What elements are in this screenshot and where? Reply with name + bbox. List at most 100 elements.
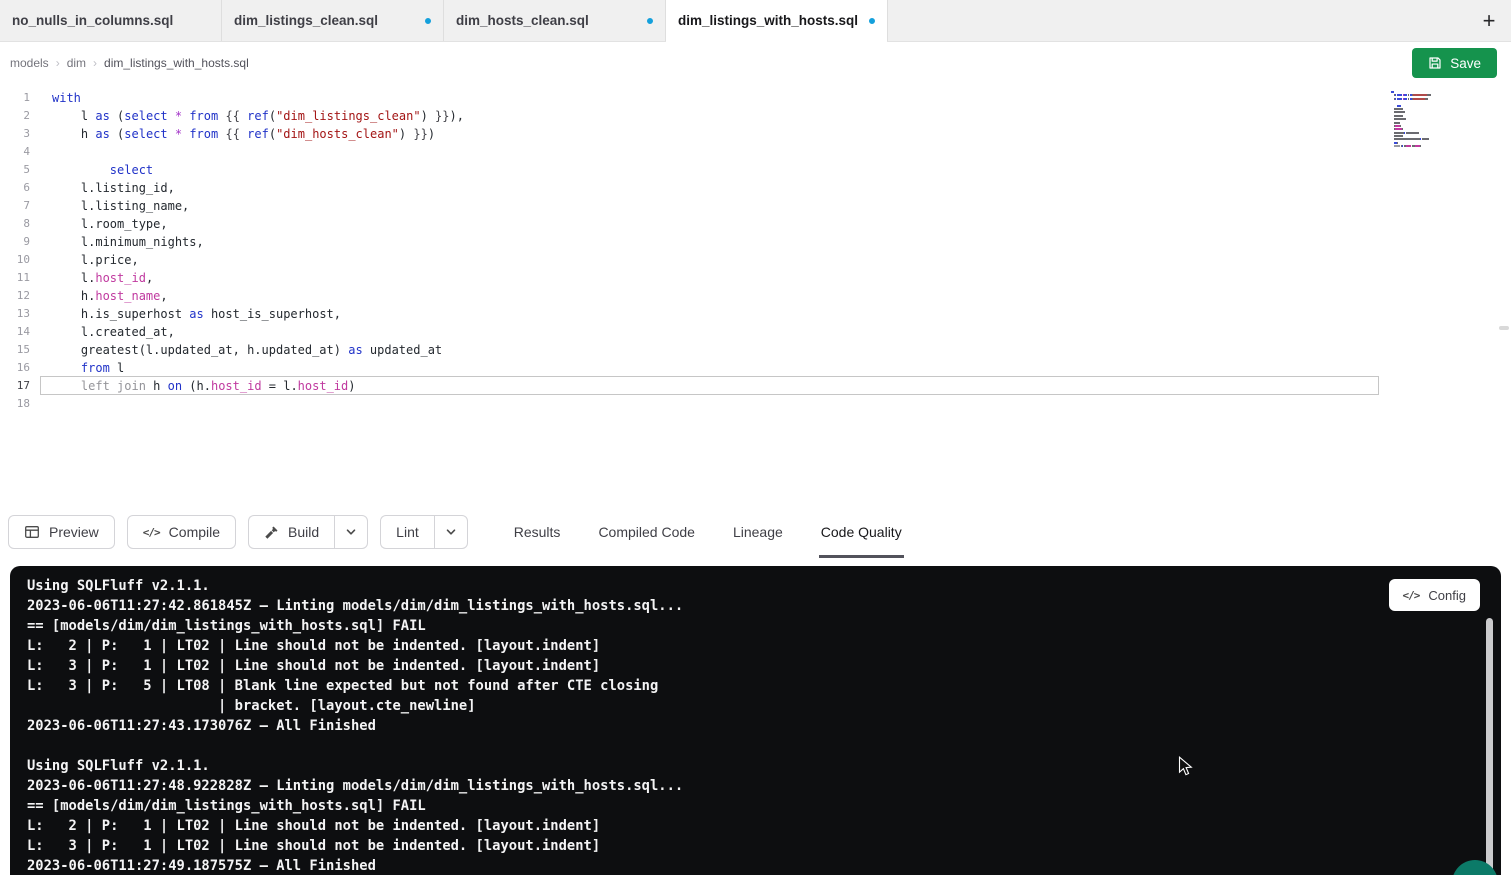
code-token: ref xyxy=(247,127,269,141)
build-button-group: Build xyxy=(248,515,368,549)
table-icon xyxy=(24,524,40,540)
result-panel-tabs: Results Compiled Code Lineage Code Quality xyxy=(512,506,904,558)
code-token: }} xyxy=(413,127,427,141)
code-line[interactable]: 16 from l xyxy=(0,359,1511,377)
minimap-line xyxy=(1391,122,1463,124)
minimap-mark xyxy=(1394,108,1403,110)
tab-lineage[interactable]: Lineage xyxy=(731,506,785,558)
code-token: ( xyxy=(110,109,124,123)
dbt-cloud-ide: no_nulls_in_columns.sqldim_listings_clea… xyxy=(0,0,1511,875)
line-number: 3 xyxy=(0,125,30,143)
code-token: ref xyxy=(247,109,269,123)
tab-results[interactable]: Results xyxy=(512,506,563,558)
code-token: h.is_superhost xyxy=(52,307,189,321)
hammer-icon xyxy=(264,525,279,540)
code-token: select xyxy=(124,127,167,141)
lint-dropdown-button[interactable] xyxy=(434,515,468,549)
lint-button[interactable]: Lint xyxy=(380,515,434,549)
unsaved-changes-icon xyxy=(425,18,431,24)
minimap-mark xyxy=(1429,94,1430,96)
code-line[interactable]: 6 l.listing_id, xyxy=(0,179,1511,197)
tab-label: dim_listings_with_hosts.sql xyxy=(678,13,858,28)
line-content: l as (select * from {{ ref("dim_listings… xyxy=(30,107,464,125)
minimap-line xyxy=(1391,94,1463,96)
line-content: h.is_superhost as host_is_superhost, xyxy=(30,305,341,323)
save-button[interactable]: Save xyxy=(1412,48,1497,78)
minimap-line xyxy=(1391,105,1463,107)
unsaved-changes-icon xyxy=(869,18,875,24)
code-token: l.listing_id, xyxy=(52,181,175,195)
code-line[interactable]: 10 l.price, xyxy=(0,251,1511,269)
minimap-line xyxy=(1391,108,1463,110)
minimap-line xyxy=(1391,125,1463,127)
preview-button[interactable]: Preview xyxy=(8,515,115,549)
minimap-mark xyxy=(1413,94,1427,96)
line-number: 11 xyxy=(0,269,30,287)
minimap-line xyxy=(1391,145,1463,147)
code-token: l xyxy=(110,361,124,375)
code-token xyxy=(168,127,175,141)
code-line[interactable]: 13 h.is_superhost as host_is_superhost, xyxy=(0,305,1511,323)
code-line[interactable]: 18 xyxy=(0,395,1511,413)
terminal-scrollbar[interactable] xyxy=(1486,618,1493,875)
minimap-line xyxy=(1391,111,1463,113)
code-line[interactable]: 5 select xyxy=(0,161,1511,179)
code-token: select xyxy=(110,163,153,177)
line-content xyxy=(30,395,52,413)
code-line[interactable]: 9 l.minimum_nights, xyxy=(0,233,1511,251)
line-number: 6 xyxy=(0,179,30,197)
build-button-label: Build xyxy=(288,524,319,540)
tabbar-spacer xyxy=(888,0,1467,41)
code-line[interactable]: 11 l.host_id, xyxy=(0,269,1511,287)
minimap-mark xyxy=(1394,118,1406,120)
line-content: l.host_id, xyxy=(30,269,153,287)
code-token: ( xyxy=(269,109,276,123)
breadcrumb-item[interactable]: dim xyxy=(67,56,86,70)
breadcrumb-item[interactable]: models xyxy=(10,56,49,70)
tab-code-quality[interactable]: Code Quality xyxy=(819,506,904,558)
minimap-mark xyxy=(1427,98,1428,100)
line-content: l.price, xyxy=(30,251,139,269)
line-number: 12 xyxy=(0,287,30,305)
build-button[interactable]: Build xyxy=(248,515,334,549)
line-content: l.listing_id, xyxy=(30,179,175,197)
code-line[interactable]: 3 h as (select * from {{ ref("dim_hosts_… xyxy=(0,125,1511,143)
breadcrumb-item: dim_listings_with_hosts.sql xyxy=(104,56,249,70)
code-line[interactable]: 4 xyxy=(0,143,1511,161)
new-tab-button[interactable]: + xyxy=(1467,0,1511,41)
code-token: * xyxy=(175,127,182,141)
lint-button-label: Lint xyxy=(396,524,419,540)
code-editor[interactable]: 1with2 l as (select * from {{ ref("dim_l… xyxy=(0,84,1511,506)
line-number: 2 xyxy=(0,107,30,125)
code-line[interactable]: 15 greatest(l.updated_at, h.updated_at) … xyxy=(0,341,1511,359)
code-line[interactable]: 8 l.room_type, xyxy=(0,215,1511,233)
line-content: left join h on (h.host_id = l.host_id) xyxy=(30,377,355,395)
config-button[interactable]: </> Config xyxy=(1389,579,1480,611)
editor-tab[interactable]: no_nulls_in_columns.sql xyxy=(0,0,222,41)
code-line[interactable]: 1with xyxy=(0,89,1511,107)
tab-compiled-code[interactable]: Compiled Code xyxy=(596,506,697,558)
code-line[interactable]: 2 l as (select * from {{ ref("dim_listin… xyxy=(0,107,1511,125)
breadcrumb-separator: › xyxy=(56,56,60,70)
editor-tab[interactable]: dim_listings_with_hosts.sql xyxy=(666,0,888,41)
code-line[interactable]: 17 left join h on (h.host_id = l.host_id… xyxy=(0,377,1511,395)
code-token: l. xyxy=(52,271,95,285)
editor-tab[interactable]: dim_listings_clean.sql xyxy=(222,0,444,41)
compile-button[interactable]: </>Compile xyxy=(127,515,236,549)
code-token: from xyxy=(81,361,110,375)
line-content xyxy=(30,143,52,161)
minimap[interactable] xyxy=(1391,91,1463,152)
lint-output-terminal[interactable]: Using SQLFluff v2.1.1. 2023-06-06T11:27:… xyxy=(10,566,1501,875)
code-line[interactable]: 14 l.created_at, xyxy=(0,323,1511,341)
code-line[interactable]: 7 l.listing_name, xyxy=(0,197,1511,215)
code-icon: </> xyxy=(143,526,160,539)
build-dropdown-button[interactable] xyxy=(334,515,368,549)
code-token: host_name xyxy=(95,289,160,303)
line-number: 14 xyxy=(0,323,30,341)
editor-scrollbar-thumb[interactable] xyxy=(1499,326,1509,330)
code-line[interactable]: 12 h.host_name, xyxy=(0,287,1511,305)
code-token: l.created_at, xyxy=(52,325,175,339)
line-number: 9 xyxy=(0,233,30,251)
editor-tab[interactable]: dim_hosts_clean.sql xyxy=(444,0,666,41)
minimap-mark xyxy=(1406,132,1419,134)
